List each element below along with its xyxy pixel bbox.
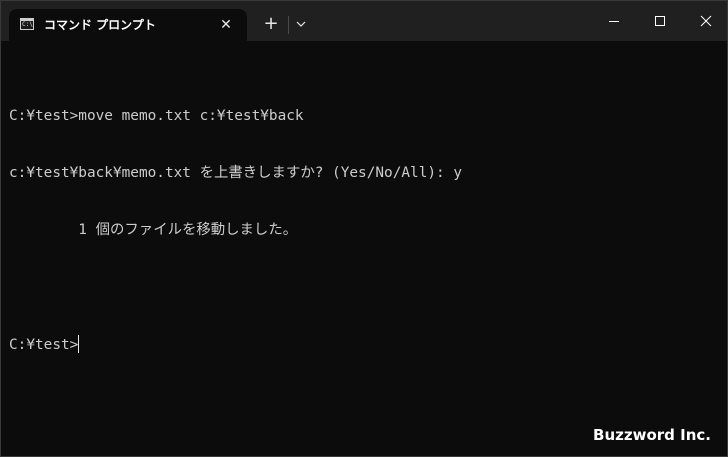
tab-title: コマンド プロンプト (44, 18, 156, 32)
chevron-down-icon[interactable] (292, 15, 310, 33)
tab-command-prompt[interactable]: C:\ コマンド プロンプト ✕ (9, 9, 247, 41)
close-icon (700, 15, 712, 27)
terminal-window: C:\ コマンド プロンプト ✕ + C:¥test>move memo.txt… (0, 0, 728, 457)
cmd-prompt-icon: C:\ (20, 18, 34, 30)
maximize-icon (655, 16, 665, 26)
tab-separator (288, 16, 289, 34)
watermark-logo: Buzzword Inc. (593, 426, 711, 444)
minimize-icon (609, 21, 619, 22)
terminal-line: c:¥test¥back¥memo.txt を上書きしますか? (Yes/No/… (9, 165, 463, 181)
terminal-prompt-line: C:¥test> (9, 335, 721, 354)
maximize-button[interactable] (637, 1, 683, 41)
title-bar[interactable]: C:\ コマンド プロンプト ✕ + (1, 1, 727, 41)
minimize-button[interactable] (591, 1, 637, 41)
close-window-button[interactable] (683, 1, 727, 41)
close-tab-icon[interactable]: ✕ (217, 16, 235, 34)
terminal-line: 1 個のファイルを移動しました。 (9, 222, 298, 238)
new-tab-button[interactable]: + (260, 13, 282, 35)
terminal-line: C:¥test>move memo.txt c:¥test¥back (9, 108, 304, 124)
cmd-prompt-glyph: C:\ (22, 21, 33, 28)
terminal-output[interactable]: C:¥test>move memo.txt c:¥test¥back c:¥te… (9, 69, 721, 439)
text-cursor (78, 335, 80, 353)
terminal-prompt: C:¥test> (9, 337, 79, 353)
